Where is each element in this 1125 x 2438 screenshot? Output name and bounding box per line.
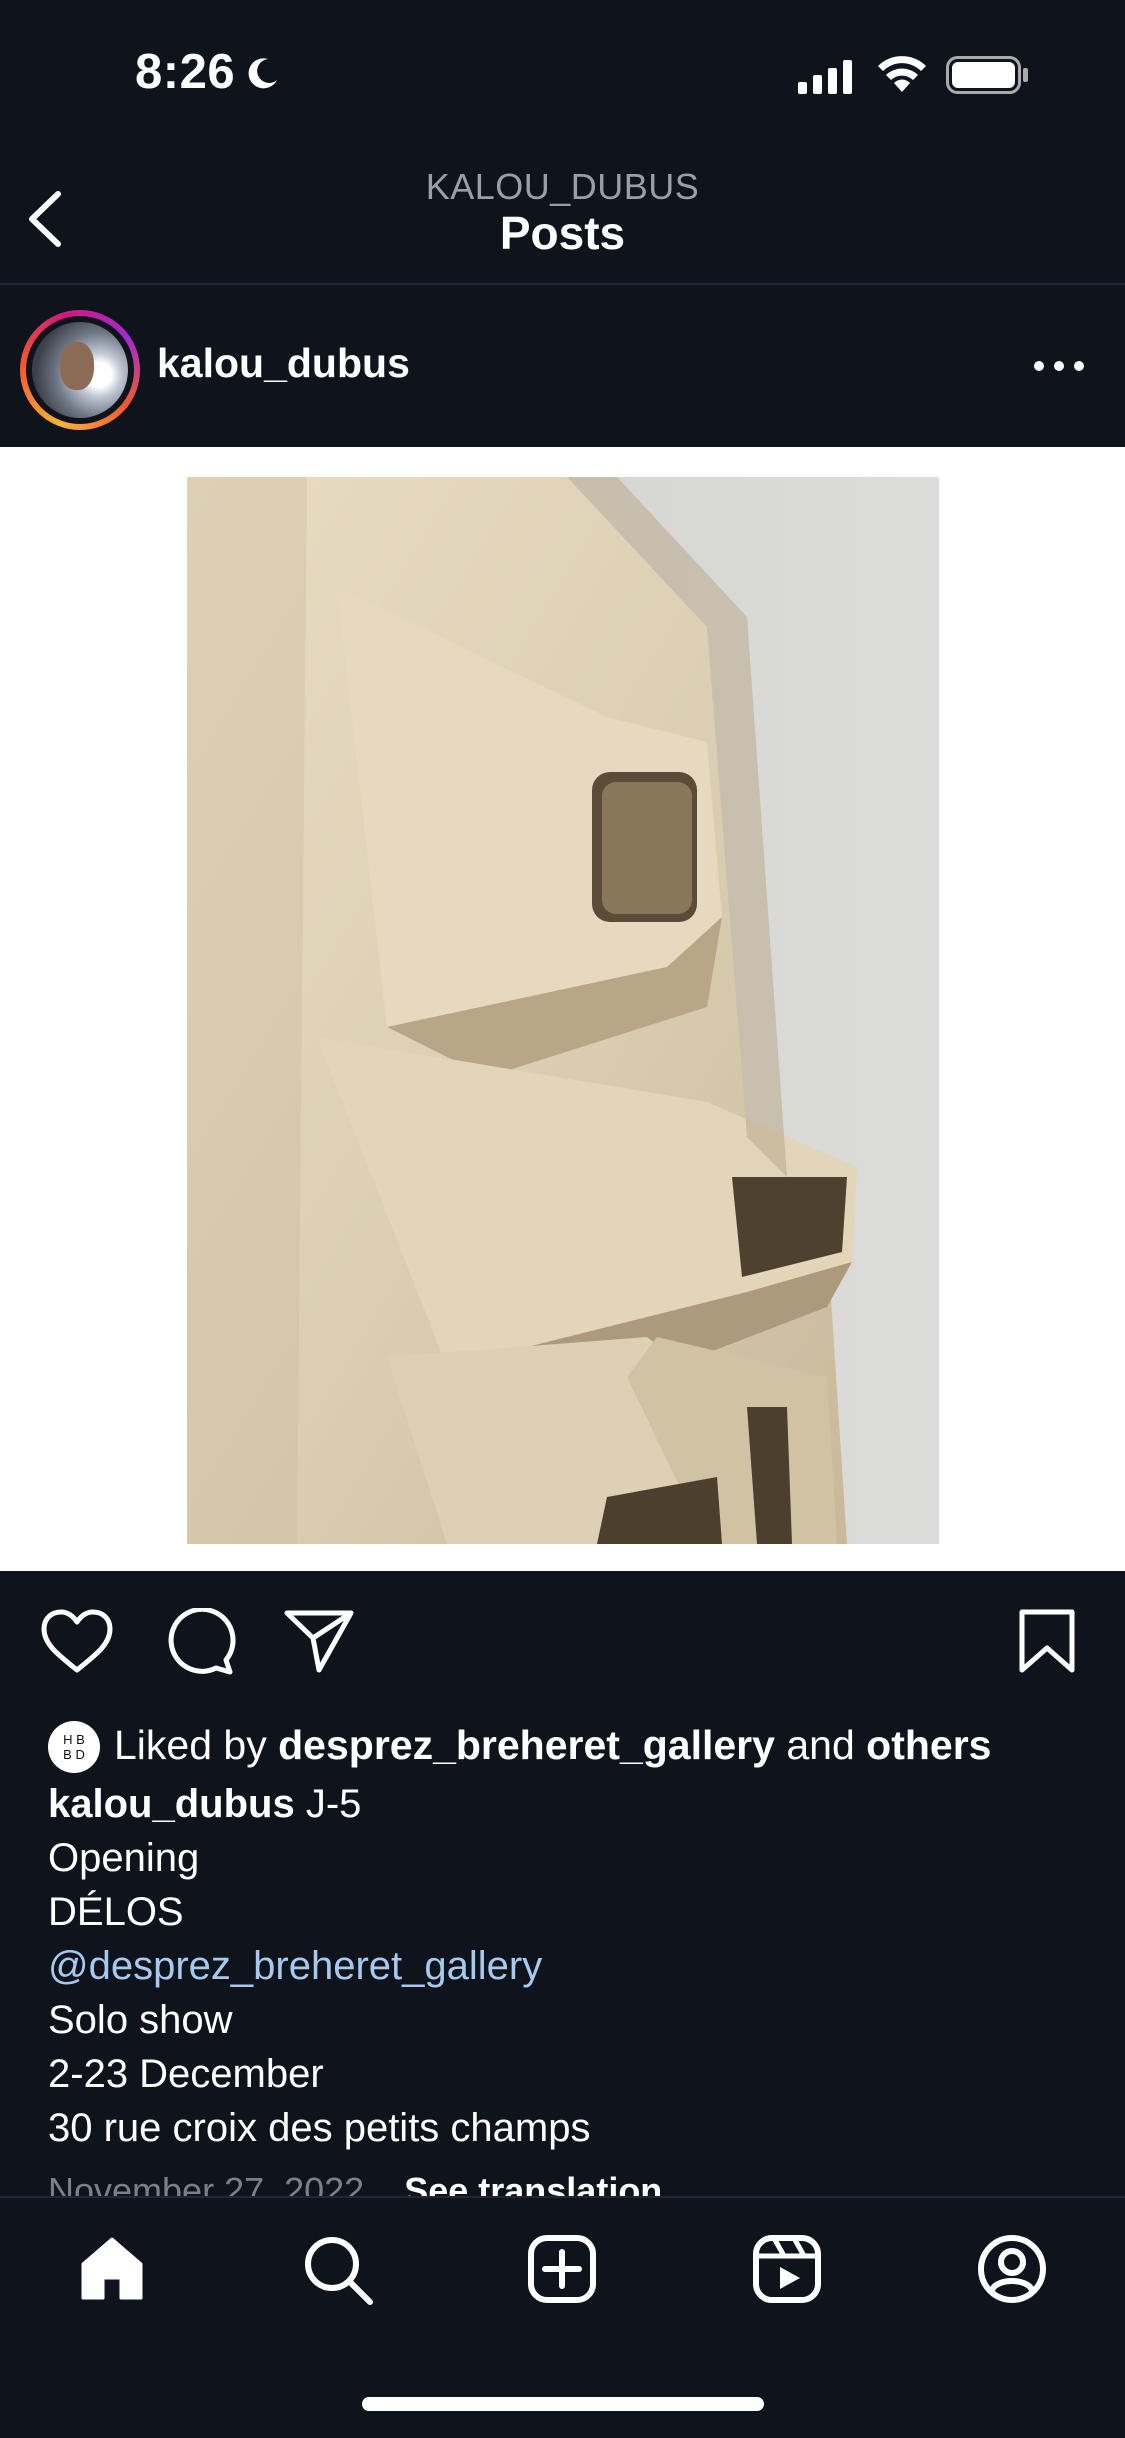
caption-line: DÉLOS <box>48 1890 184 1934</box>
heart-icon[interactable] <box>40 1608 114 1676</box>
more-icon[interactable] <box>1032 354 1086 378</box>
avatar[interactable] <box>32 322 128 418</box>
caption-line: Solo show <box>48 1998 233 2042</box>
share-icon[interactable] <box>283 1608 355 1674</box>
bookmark-icon[interactable] <box>1016 1608 1078 1676</box>
liked-by-user[interactable]: desprez_breheret_gallery <box>278 1722 775 1768</box>
create-icon[interactable] <box>527 2234 597 2304</box>
header-divider <box>0 283 1125 285</box>
liker-avatar-text: H B B D <box>63 1732 85 1762</box>
post-photo[interactable] <box>187 477 939 1544</box>
page-title: Posts <box>499 207 626 259</box>
caption-line: 30 rue croix des petits champs <box>48 2106 591 2150</box>
moon-icon <box>248 58 277 89</box>
home-icon[interactable] <box>77 2234 147 2304</box>
comment-icon[interactable] <box>164 1608 236 1676</box>
reels-icon[interactable] <box>752 2234 822 2304</box>
caption-line: Opening <box>48 1836 200 1880</box>
wifi-icon <box>878 56 926 92</box>
caption-first-line: kalou_dubus J-5 <box>48 1782 361 1827</box>
status-time: 8:26 <box>135 45 236 99</box>
search-icon[interactable] <box>302 2234 374 2306</box>
caption-username[interactable]: kalou_dubus <box>48 1782 295 1826</box>
post-username[interactable]: kalou_dubus <box>157 340 410 387</box>
header-username: KALOU_DUBUS <box>425 166 700 207</box>
liked-by-prefix: Liked by <box>114 1722 267 1768</box>
liker-avatar[interactable]: H B B D <box>48 1721 100 1773</box>
caption-line: 2-23 December <box>48 2052 324 2096</box>
home-indicator <box>362 2397 764 2411</box>
caption-text: J-5 <box>305 1782 362 1826</box>
battery-icon <box>946 56 1028 94</box>
signal-icon <box>798 60 852 94</box>
avatar-face <box>60 342 94 390</box>
liked-by-line[interactable]: Liked by desprez_breheret_gallery and ot… <box>114 1722 991 1769</box>
caption-mention-link[interactable]: @desprez_breheret_gallery <box>48 1944 542 1989</box>
liked-by-and: and <box>786 1722 855 1768</box>
liked-by-others[interactable]: others <box>866 1722 991 1768</box>
profile-icon[interactable] <box>977 2234 1047 2304</box>
